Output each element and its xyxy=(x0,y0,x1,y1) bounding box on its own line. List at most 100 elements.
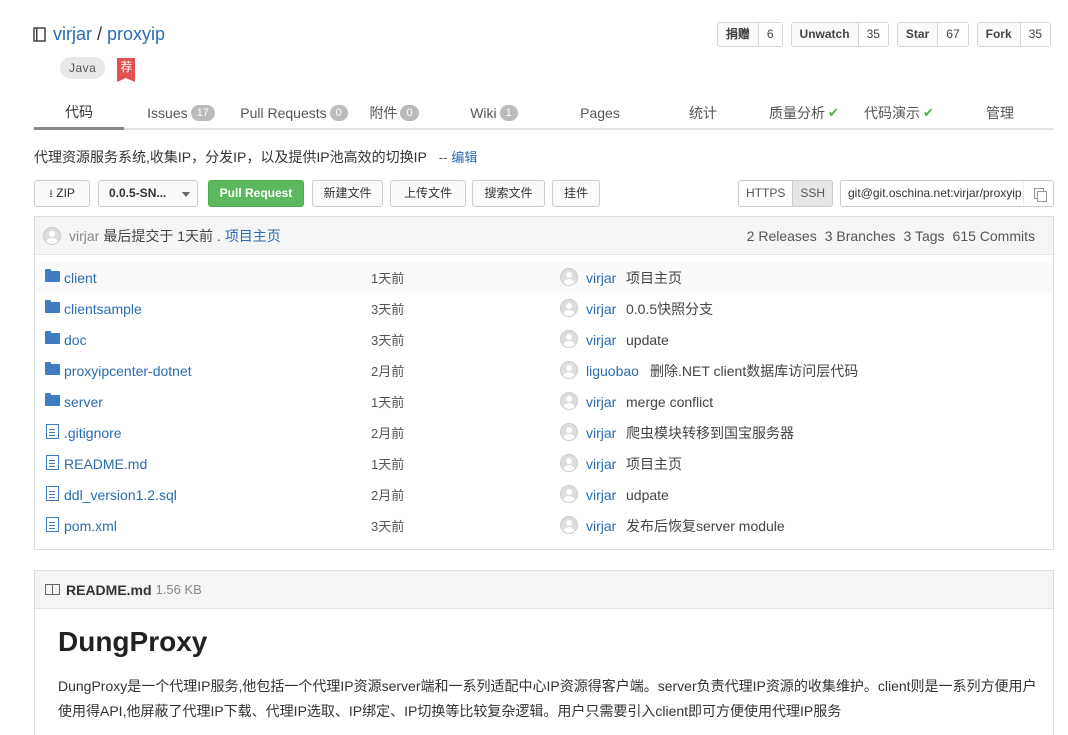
tab-issues[interactable]: Issues 17 xyxy=(124,97,238,128)
ssh-option[interactable]: SSH xyxy=(792,181,833,206)
clone-protocol-toggle: HTTPS SSH xyxy=(738,180,834,207)
star-count[interactable]: 67 xyxy=(938,23,968,46)
file-author-link[interactable]: virjar xyxy=(586,425,616,441)
tab-wiki[interactable]: Wiki 1 xyxy=(438,97,550,128)
file-row[interactable]: pom.xml 3天前 virjar 发布后恢复server module xyxy=(35,510,1053,541)
tab-count-badge: 17 xyxy=(190,104,215,121)
avatar xyxy=(560,454,578,472)
tab-stats[interactable]: 统计 xyxy=(650,97,756,128)
file-commit-message[interactable]: udpate xyxy=(626,487,669,503)
avatar xyxy=(560,516,578,534)
branches-link[interactable]: 3 Branches xyxy=(825,228,896,244)
file-commit-message[interactable]: 爬虫模块转移到国宝服务器 xyxy=(626,423,794,443)
chevron-down-icon xyxy=(182,192,190,197)
avatar xyxy=(560,361,578,379)
file-commit-message[interactable]: 项目主页 xyxy=(626,268,682,288)
commit-message-link[interactable]: 项目主页 xyxy=(225,226,281,246)
tab-label: 统计 xyxy=(689,104,717,121)
zip-label: ZIP xyxy=(56,186,75,200)
file-commit-message[interactable]: 0.0.5快照分支 xyxy=(626,299,713,319)
file-name-link[interactable]: pom.xml xyxy=(64,518,117,534)
https-option[interactable]: HTTPS xyxy=(739,181,792,206)
file-author-link[interactable]: virjar xyxy=(586,456,616,472)
file-author-link[interactable]: virjar xyxy=(586,332,616,348)
search-file-button[interactable]: 搜索文件 xyxy=(472,180,545,207)
repo-description: 代理资源服务系统,收集IP，分发IP，以及提供IP池高效的切换IP -- 编辑 xyxy=(34,147,477,167)
file-row[interactable]: proxyipcenter-dotnet 2月前 liguobao 删除.NET… xyxy=(35,355,1053,386)
file-name-link[interactable]: .gitignore xyxy=(64,425,122,441)
donate-label: 捐赠 xyxy=(718,23,759,46)
file-author-link[interactable]: virjar xyxy=(586,270,616,286)
pull-request-button[interactable]: Pull Request xyxy=(208,180,304,207)
file-row[interactable]: README.md 1天前 virjar 项目主页 xyxy=(35,448,1053,479)
tab-label: 附件 xyxy=(369,104,398,121)
file-author-link[interactable]: virjar xyxy=(586,487,616,503)
file-list: virjar 最后提交于 1天前 . 项目主页 2 Releases 3 Bra… xyxy=(34,216,1054,550)
tab-attachments[interactable]: 附件 0 xyxy=(350,97,438,128)
unwatch-label: Unwatch xyxy=(792,23,859,46)
file-row[interactable]: server 1天前 virjar merge conflict xyxy=(35,386,1053,417)
readme-body: DungProxy是一个代理IP服务,他包括一个代理IP资源server端和一系… xyxy=(58,678,1037,719)
commits-link[interactable]: 615 Commits xyxy=(953,228,1035,244)
file-name-link[interactable]: server xyxy=(64,394,103,410)
donate-count[interactable]: 6 xyxy=(758,23,782,46)
copy-icon[interactable] xyxy=(1023,181,1053,206)
file-row[interactable]: clientsample 3天前 virjar 0.0.5快照分支 xyxy=(35,293,1053,324)
commit-author-link[interactable]: virjar xyxy=(69,228,99,244)
avatar xyxy=(560,299,578,317)
file-commit-message[interactable]: 项目主页 xyxy=(626,454,682,474)
star-button[interactable]: Star 67 xyxy=(896,22,969,47)
file-name-link[interactable]: README.md xyxy=(64,456,147,472)
readme-filename[interactable]: README.md xyxy=(66,582,152,598)
file-commit-message[interactable]: 删除.NET client数据库访问层代码 xyxy=(650,361,858,381)
tab-demo[interactable]: 代码演示 ✔ xyxy=(852,97,946,128)
tab-pages[interactable]: Pages xyxy=(550,97,650,128)
tab-pull-requests[interactable]: Pull Requests 0 xyxy=(238,97,350,128)
upload-file-button[interactable]: 上传文件 xyxy=(390,180,466,207)
file-commit-message[interactable]: update xyxy=(626,332,669,348)
fork-button[interactable]: Fork 35 xyxy=(976,22,1051,47)
avatar xyxy=(560,330,578,348)
zip-download-button[interactable]: ⭳ ZIP xyxy=(34,180,90,207)
tab-code[interactable]: 代码 xyxy=(34,97,124,130)
file-row[interactable]: doc 3天前 virjar update xyxy=(35,324,1053,355)
file-name-link[interactable]: doc xyxy=(64,332,87,348)
commit-time-text: 最后提交于 1天前 . xyxy=(103,227,221,244)
watch-count[interactable]: 35 xyxy=(858,23,888,46)
widget-button[interactable]: 挂件 xyxy=(552,180,600,207)
file-name-link[interactable]: ddl_version1.2.sql xyxy=(64,487,177,503)
file-author-link[interactable]: virjar xyxy=(586,394,616,410)
file-name-link[interactable]: proxyipcenter-dotnet xyxy=(64,363,192,379)
donate-button[interactable]: 捐赠 6 xyxy=(716,22,783,47)
clone-url-text[interactable]: git@git.oschina.net:virjar/proxyip.git xyxy=(848,186,1038,200)
file-row[interactable]: ddl_version1.2.sql 2月前 virjar udpate xyxy=(35,479,1053,510)
file-author-link[interactable]: liguobao xyxy=(586,363,639,379)
readme-header: README.md 1.56 KB xyxy=(35,571,1053,609)
file-author-link[interactable]: virjar xyxy=(586,518,616,534)
repo-owner-link[interactable]: virjar xyxy=(53,24,92,45)
edit-description-link[interactable]: 编辑 xyxy=(451,150,477,165)
file-time: 3天前 xyxy=(371,302,405,317)
releases-link[interactable]: 2 Releases xyxy=(747,228,817,244)
tags-link[interactable]: 3 Tags xyxy=(904,228,945,244)
repo-name-link[interactable]: proxyip xyxy=(107,24,165,45)
tab-manage[interactable]: 管理 xyxy=(946,97,1054,128)
file-author-link[interactable]: virjar xyxy=(586,301,616,317)
file-name-link[interactable]: clientsample xyxy=(64,301,142,317)
branch-select[interactable]: 0.0.5-SN... xyxy=(98,180,198,207)
file-commit-message[interactable]: merge conflict xyxy=(626,394,713,410)
file-row[interactable]: .gitignore 2月前 virjar 爬虫模块转移到国宝服务器 xyxy=(35,417,1053,448)
tab-count-badge: 1 xyxy=(499,104,518,121)
file-icon xyxy=(46,517,59,532)
file-name-link[interactable]: client xyxy=(64,270,97,286)
tab-quality[interactable]: 质量分析 ✔ xyxy=(756,97,852,128)
clone-url-field[interactable]: git@git.oschina.net:virjar/proxyip.git xyxy=(840,180,1054,207)
fork-count[interactable]: 35 xyxy=(1020,23,1050,46)
unwatch-button[interactable]: Unwatch 35 xyxy=(790,22,889,47)
language-tag[interactable]: Java xyxy=(60,57,106,79)
book-icon xyxy=(45,584,60,595)
new-file-button[interactable]: 新建文件 xyxy=(312,180,383,207)
file-row[interactable]: client 1天前 virjar 项目主页 xyxy=(35,262,1053,293)
file-commit-message[interactable]: 发布后恢复server module xyxy=(626,516,785,536)
folder-icon xyxy=(45,269,60,282)
